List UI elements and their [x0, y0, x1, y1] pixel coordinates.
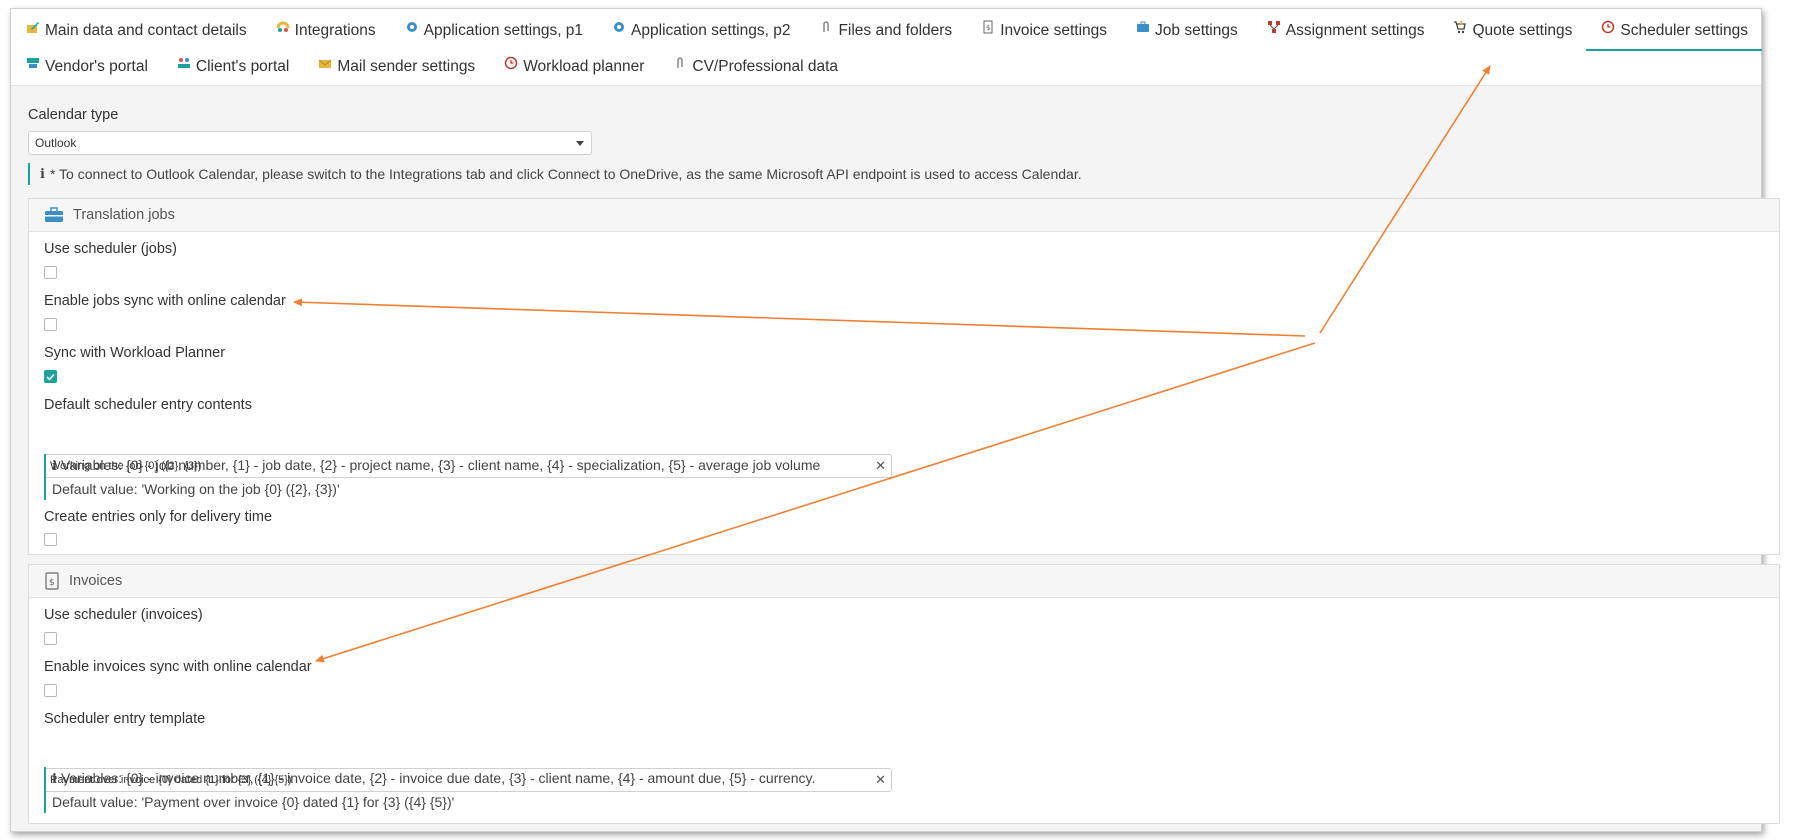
- chevron-down-icon: [576, 141, 584, 146]
- mail-icon: [317, 55, 333, 71]
- scheduler-contents-label: Default scheduler entry contents: [44, 397, 252, 413]
- tab-row-1: Main data and contact details Integratio…: [11, 13, 1762, 51]
- enable-jobs-sync-label: Enable jobs sync with online calendar: [44, 293, 286, 309]
- tab-app-settings-p1[interactable]: Application settings, p1: [390, 14, 597, 48]
- tab-label: Vendor's portal: [45, 58, 148, 75]
- tab-label: Workload planner: [523, 58, 645, 75]
- clear-icon[interactable]: ✕: [875, 772, 886, 788]
- tab-label: Quote settings: [1472, 22, 1573, 39]
- delivery-only-checkbox[interactable]: [44, 533, 57, 546]
- gear-icon: [611, 19, 627, 35]
- enable-jobs-sync-checkbox[interactable]: [44, 318, 57, 331]
- tab-files-folders[interactable]: Files and folders: [804, 14, 966, 48]
- client-icon: [176, 55, 192, 71]
- entry-template-label: Scheduler entry template: [44, 711, 206, 727]
- sync-workload-label: Sync with Workload Planner: [44, 345, 226, 361]
- tab-invoice-settings[interactable]: $ Invoice settings: [966, 14, 1121, 48]
- integrations-icon: [275, 19, 291, 35]
- translation-jobs-header: Translation jobs: [29, 199, 1779, 232]
- tab-label: Invoice settings: [1000, 22, 1108, 39]
- calendar-type-select[interactable]: Outlook: [28, 131, 592, 155]
- tab-label: Application settings, p2: [631, 22, 791, 39]
- tab-main-data[interactable]: Main data and contact details: [11, 14, 261, 48]
- tab-assignment-settings[interactable]: Assignment settings: [1252, 14, 1439, 48]
- tab-integrations[interactable]: Integrations: [261, 14, 390, 48]
- tab-mail-sender-settings[interactable]: Mail sender settings: [303, 50, 489, 84]
- use-scheduler-invoices-label: Use scheduler (invoices): [44, 607, 203, 623]
- tab-workload-planner[interactable]: Workload planner: [489, 50, 658, 84]
- invoice-icon: $: [44, 572, 60, 590]
- use-scheduler-jobs-checkbox[interactable]: [44, 266, 57, 279]
- tab-label: CV/Professional data: [692, 58, 838, 75]
- hint-default-value: Default value: 'Working on the job {0} (…: [52, 481, 340, 497]
- use-scheduler-jobs-label: Use scheduler (jobs): [44, 241, 177, 257]
- delivery-only-label: Create entries only for delivery time: [44, 509, 273, 525]
- info-icon: i: [52, 772, 57, 787]
- panel-title: Invoices: [69, 573, 123, 589]
- invoices-panel: $ Invoices Use scheduler (invoices) Enab…: [28, 564, 1780, 824]
- clock-icon: [503, 55, 519, 71]
- tab-label: Files and folders: [838, 22, 953, 39]
- paperclip-icon: [672, 55, 688, 71]
- invoice-icon: $: [980, 19, 996, 35]
- clear-icon[interactable]: ✕: [875, 458, 886, 474]
- briefcase-icon: [44, 207, 64, 223]
- tab-quote-settings[interactable]: Quote settings: [1438, 14, 1586, 48]
- svg-text:$: $: [49, 578, 55, 588]
- tab-bar: Main data and contact details Integratio…: [11, 9, 1762, 86]
- translation-jobs-panel: Translation jobs Use scheduler (jobs) En…: [28, 198, 1780, 555]
- calendar-type-value: Outlook: [35, 136, 77, 150]
- edit-icon: [25, 19, 41, 35]
- tab-label: Application settings, p1: [423, 22, 584, 39]
- tab-clients-portal[interactable]: Client's portal: [162, 50, 303, 84]
- calendar-type-label: Calendar type: [28, 107, 119, 123]
- tab-row-2: Vendor's portal Client's portal Mail sen…: [11, 49, 852, 85]
- vendor-icon: [25, 55, 41, 71]
- briefcase-icon: [1135, 19, 1151, 35]
- paperclip-icon: [818, 19, 834, 35]
- calendar-info-note: i * To connect to Outlook Calendar, plea…: [28, 163, 1082, 185]
- cart-icon: [1452, 19, 1468, 35]
- tab-label: Assignment settings: [1285, 22, 1425, 39]
- entry-template-hint: i Variables: {0} - invoice number, {1} - …: [44, 767, 815, 813]
- tab-label: Mail sender settings: [337, 58, 476, 75]
- enable-invoices-sync-label: Enable invoices sync with online calenda…: [44, 659, 312, 675]
- calendar-note-text: * To connect to Outlook Calendar, please…: [49, 166, 1082, 182]
- clock-icon: [1600, 19, 1616, 35]
- sitemap-icon: [1266, 19, 1282, 35]
- tab-vendors-portal[interactable]: Vendor's portal: [11, 50, 162, 84]
- scheduler-contents-hint: i Variables: {0} - job number, {1} - job …: [44, 454, 820, 500]
- hint-variables: Variables: {0} - invoice number, {1} - i…: [60, 770, 816, 786]
- sync-workload-checkbox[interactable]: [44, 370, 57, 383]
- tab-label: Integrations: [294, 22, 376, 39]
- check-icon: [46, 373, 55, 381]
- svg-text:$: $: [986, 24, 990, 32]
- tab-label: Job settings: [1155, 22, 1238, 39]
- info-icon: i: [40, 166, 45, 182]
- tab-app-settings-p2[interactable]: Application settings, p2: [597, 14, 804, 48]
- info-icon: i: [52, 459, 57, 474]
- enable-invoices-sync-checkbox[interactable]: [44, 684, 57, 697]
- tab-label: Client's portal: [195, 58, 290, 75]
- panel-title: Translation jobs: [73, 207, 175, 223]
- use-scheduler-invoices-checkbox[interactable]: [44, 632, 57, 645]
- invoices-header: $ Invoices: [29, 565, 1779, 598]
- tab-scheduler-settings[interactable]: Scheduler settings: [1586, 14, 1762, 51]
- tab-label: Scheduler settings: [1620, 22, 1748, 39]
- tab-label: Main data and contact details: [45, 22, 247, 39]
- tab-job-settings[interactable]: Job settings: [1121, 14, 1252, 48]
- hint-variables: Variables: {0} - job number, {1} - job d…: [60, 457, 821, 473]
- settings-window: Main data and contact details Integratio…: [10, 8, 1780, 832]
- gear-icon: [404, 19, 420, 35]
- hint-default-value: Default value: 'Payment over invoice {0}…: [52, 794, 455, 810]
- tab-cv-professional-data[interactable]: CV/Professional data: [658, 50, 852, 84]
